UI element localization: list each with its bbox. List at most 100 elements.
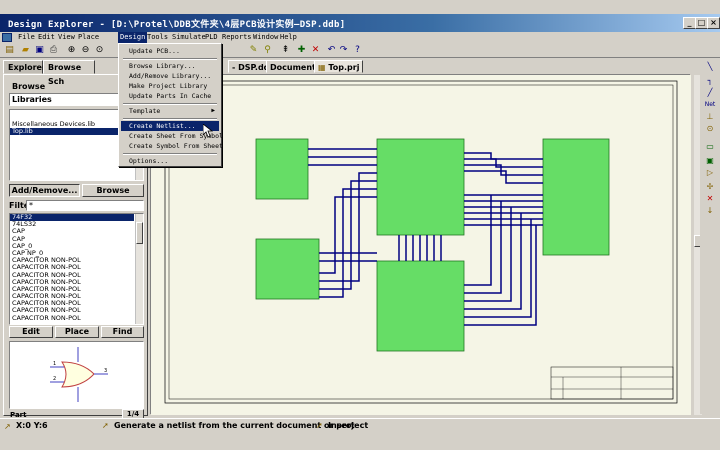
mouse-cursor-icon	[203, 124, 213, 138]
component-list-item[interactable]: CAPACITOR NON-POL	[10, 307, 134, 314]
junction-icon[interactable]: ✢	[704, 182, 716, 192]
bus-icon[interactable]: ┐	[704, 76, 716, 86]
menu-add-remove-library[interactable]: Add/Remove Library...	[121, 71, 219, 81]
tab-browse-sch[interactable]: Browse Sch	[43, 60, 95, 86]
part-icon[interactable]: ⊙	[704, 124, 716, 134]
menu-template-label: Template	[129, 107, 161, 115]
component-list-item[interactable]: CAPACITOR NON-POL	[10, 315, 134, 322]
browse-type-value: Libraries	[12, 95, 52, 104]
edit-button[interactable]: Edit	[9, 326, 53, 338]
component-list-item[interactable]: CAPACITOR NON-POL	[10, 272, 134, 279]
filter-value: *	[29, 201, 33, 210]
menu-separator	[123, 118, 217, 120]
menu-place[interactable]: Place	[76, 32, 101, 43]
zoom-out-icon[interactable]: ⊖	[80, 45, 91, 56]
list-item-selected[interactable]: Top.lib	[10, 128, 122, 136]
no-erc-icon[interactable]: ✕	[704, 194, 716, 204]
zoom-fit-icon[interactable]: ⊙	[94, 45, 105, 56]
window-title: Design Explorer - [D:\Protel\DDB文件夹\4层PC…	[8, 20, 346, 30]
redo-icon[interactable]: ↷	[338, 45, 349, 56]
menu-design[interactable]: Design	[118, 32, 148, 43]
menu-edit[interactable]: Edit	[36, 32, 57, 43]
print-icon[interactable]: ⎙	[48, 45, 59, 56]
tab-explorer[interactable]: Explorer	[3, 60, 46, 74]
wire-icon[interactable]: ╲	[704, 62, 716, 72]
sheet-symbol-icon[interactable]: ▭	[704, 142, 716, 152]
find-button[interactable]: Find	[101, 326, 144, 338]
document-tabs: - DSP.ddb Documents ▦ Top.prj	[148, 60, 688, 73]
pcb-layout-icon[interactable]: ↓	[704, 206, 716, 216]
menu-bar: File Edit View Place Design Tools Simula…	[0, 32, 720, 43]
help-icon[interactable]: ?	[352, 45, 363, 56]
undo-icon[interactable]: ↶	[326, 45, 337, 56]
menu-view[interactable]: View	[56, 32, 77, 43]
component-scrollbar[interactable]	[135, 214, 143, 324]
menu-window[interactable]: Window	[251, 32, 280, 43]
design-menu-dropdown: Update PCB... Browse Library... Add/Remo…	[118, 43, 223, 167]
menu-tools[interactable]: Tools	[145, 32, 170, 43]
menu-help[interactable]: Help	[278, 32, 299, 43]
close-button[interactable]: ×	[707, 17, 720, 29]
menu-separator	[123, 103, 217, 105]
deselect-icon[interactable]: ✕	[310, 45, 321, 56]
component-list[interactable]: 74F32 74LS32 CAP CAP CAP_0 CAP NP_0 CAPACITOR …	[9, 213, 144, 325]
browse-button[interactable]: Browse	[82, 184, 144, 197]
highlight-icon[interactable]: ✎	[248, 45, 259, 56]
filter-input[interactable]: *	[26, 200, 144, 211]
net-label-icon[interactable]: Net	[704, 100, 716, 110]
component-list-item[interactable]: CAP_0	[10, 243, 134, 250]
component-list-item[interactable]: CAPACITOR NON-POL	[10, 257, 134, 264]
main-toolbar: ▤ ▰ ▣ ⎙ ⊕ ⊖ ⊙ ✎ ⚲ ⇞ ✚ ✕ ↶ ↷ ?	[0, 43, 720, 58]
svg-text:3: 3	[104, 368, 107, 374]
component-list-item[interactable]: 74F32	[10, 214, 134, 222]
menu-create-symbol-from-sheet[interactable]: Create Symbol From Sheet	[121, 141, 223, 151]
zoom-in-icon[interactable]: ⊕	[66, 45, 77, 56]
menu-browse-library[interactable]: Browse Library...	[121, 61, 219, 71]
menu-options[interactable]: Options...	[121, 156, 219, 166]
menu-file[interactable]: File	[16, 32, 37, 43]
component-list-item[interactable]: CAPACITOR NON-POL	[10, 264, 134, 271]
menu-update-parts-in-cache[interactable]: Update Parts In Cache	[121, 91, 219, 101]
component-list-item[interactable]: CAPACITOR NON-POL	[10, 279, 134, 286]
design-manager-icon[interactable]: ▤	[4, 45, 15, 56]
menu-pld[interactable]: PLD	[203, 32, 220, 43]
power-port-icon[interactable]: ⊥	[704, 112, 716, 122]
component-list-item[interactable]: CAPACITOR NON-POL	[10, 286, 134, 293]
component-list-item[interactable]: CAP NP_0	[10, 250, 134, 257]
probe-icon[interactable]: ⚲	[262, 45, 273, 56]
component-list-item[interactable]: CAP	[10, 236, 134, 243]
status-mode: Insert	[328, 421, 355, 430]
component-list-item[interactable]: CAPACITOR NON-POL	[10, 293, 134, 300]
component-list-item[interactable]: CAP	[10, 228, 134, 235]
sheet-entry-icon[interactable]: ▣	[704, 156, 716, 166]
place-button[interactable]: Place	[55, 326, 99, 338]
align-icon[interactable]: ⇞	[280, 45, 291, 56]
title-bar[interactable]: Design Explorer - [D:\Protel\DDB文件夹\4层PC…	[0, 14, 720, 32]
component-list-item[interactable]: CAPACITOR NON-POL	[10, 300, 134, 307]
or-gate-symbol: 1 2 3	[50, 347, 108, 402]
bus-entry-icon[interactable]: ╱	[704, 88, 716, 98]
menu-update-pcb[interactable]: Update PCB...	[121, 46, 219, 56]
status-cursor-icon: ↗	[4, 422, 11, 431]
menu-reports[interactable]: Reports	[220, 32, 254, 43]
add-remove-button[interactable]: Add/Remove...	[9, 184, 80, 197]
protel-icon[interactable]	[2, 33, 12, 42]
tab-top-prj[interactable]: ▦ Top.prj	[314, 60, 364, 73]
menu-template[interactable]: Template ▶	[121, 106, 219, 116]
component-list-item[interactable]: 74LS32	[10, 221, 134, 228]
save-icon[interactable]: ▣	[34, 45, 45, 56]
status-coordinates: X:0 Y:6	[16, 421, 48, 430]
move-icon[interactable]: ✚	[296, 45, 307, 56]
schematic-canvas	[151, 75, 691, 415]
status-bar: ↗ X:0 Y:6 ➚ Generate a netlist from the …	[0, 418, 720, 432]
schematic-sheet[interactable]	[150, 74, 702, 415]
app-window: Design Explorer - [D:\Protel\DDB文件夹\4层PC…	[0, 0, 720, 450]
open-folder-icon[interactable]: ▰	[20, 45, 31, 56]
project-icon: ▦	[318, 63, 326, 72]
status-hint-icon: ➚	[102, 421, 109, 430]
part-preview: 1 2 3	[9, 341, 144, 409]
menu-make-project-library[interactable]: Make Project Library	[121, 81, 219, 91]
svg-text:1: 1	[53, 361, 56, 367]
browse-label: Browse	[12, 82, 46, 91]
port-icon[interactable]: ▷	[704, 168, 716, 178]
